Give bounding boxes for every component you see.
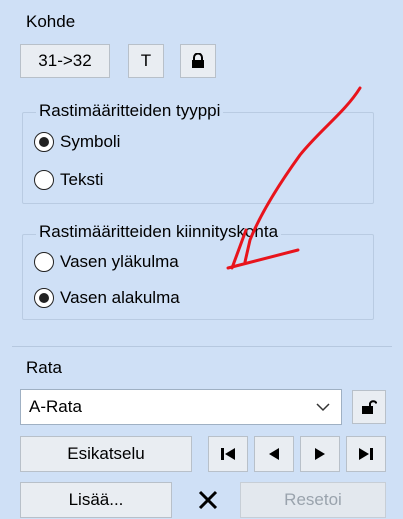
radio-label: Teksti: [60, 170, 104, 189]
course-lock-button[interactable]: [352, 390, 386, 424]
radio-label: Vasen yläkulma: [60, 252, 179, 271]
previous-icon: [267, 447, 281, 461]
kohde-title: Kohde: [26, 12, 76, 31]
preview-button[interactable]: Esikatselu: [20, 436, 192, 472]
delete-x-icon: [197, 489, 219, 511]
first-button[interactable]: [208, 436, 248, 472]
radio-label: Symboli: [60, 132, 121, 151]
radio-label: Vasen alakulma: [60, 288, 180, 307]
chevron-down-icon: [315, 399, 331, 415]
next-button[interactable]: [300, 436, 340, 472]
lock-icon: [191, 53, 205, 69]
add-button[interactable]: Lisää...: [20, 482, 172, 518]
radio-circle[interactable]: [34, 252, 54, 272]
last-button[interactable]: [346, 436, 386, 472]
type-group: [22, 112, 374, 204]
radio-circle[interactable]: [34, 288, 54, 308]
reset-button[interactable]: Resetoi: [240, 482, 386, 518]
previous-button[interactable]: [254, 436, 294, 472]
lock-button[interactable]: [180, 44, 216, 78]
course-select-value: A-Rata: [29, 397, 82, 416]
last-icon: [358, 447, 374, 461]
next-icon: [313, 447, 327, 461]
section-divider: [12, 346, 392, 347]
range-button[interactable]: 31->32: [20, 44, 110, 78]
unlock-icon: [361, 399, 377, 415]
type-group-title: Rastimääritteiden tyyppi: [36, 101, 224, 121]
first-icon: [220, 447, 236, 461]
radio-circle[interactable]: [34, 132, 54, 152]
radio-vasen-alakulma[interactable]: Vasen alakulma: [34, 288, 180, 308]
radio-symboli[interactable]: Symboli: [34, 132, 120, 152]
course-select[interactable]: A-Rata: [20, 389, 342, 425]
rata-title: Rata: [26, 358, 62, 377]
radio-circle[interactable]: [34, 170, 54, 190]
anchor-group-title: Rastimääritteiden kiinnityskohta: [36, 222, 282, 242]
radio-teksti[interactable]: Teksti: [34, 170, 103, 190]
delete-button[interactable]: [188, 482, 228, 518]
t-button[interactable]: T: [128, 44, 164, 78]
radio-vasen-ylakulma[interactable]: Vasen yläkulma: [34, 252, 179, 272]
